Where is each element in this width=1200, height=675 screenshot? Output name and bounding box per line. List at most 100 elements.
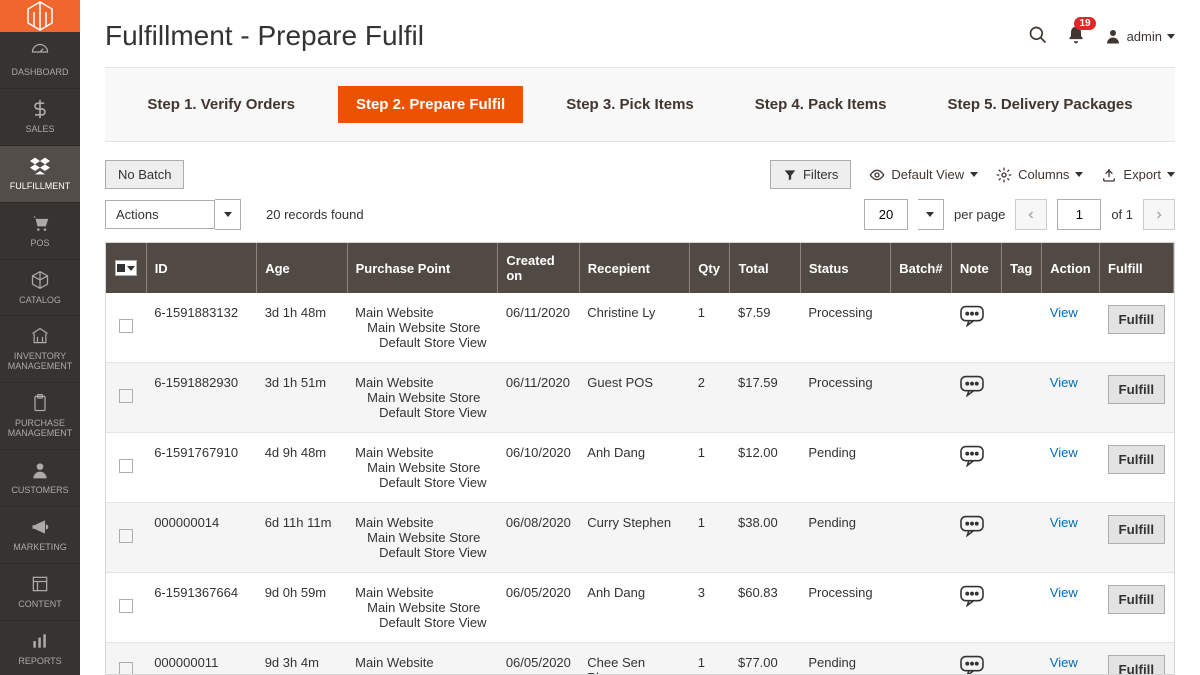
row-checkbox[interactable] — [119, 459, 133, 473]
note-icon[interactable] — [959, 315, 985, 330]
columns-control[interactable]: Columns — [996, 167, 1083, 183]
cell-note[interactable] — [951, 643, 1001, 675]
cell-note[interactable] — [951, 503, 1001, 573]
cell-tag — [1002, 503, 1042, 573]
cell-action: View — [1042, 573, 1100, 643]
column-header[interactable]: Note — [951, 243, 1001, 293]
step-tab[interactable]: Step 2. Prepare Fulfil — [338, 86, 523, 123]
cell-batch — [891, 573, 952, 643]
view-link[interactable]: View — [1050, 585, 1078, 600]
step-tab[interactable]: Step 1. Verify Orders — [129, 86, 313, 123]
cell-note[interactable] — [951, 433, 1001, 503]
step-tab[interactable]: Step 5. Delivery Packages — [929, 86, 1150, 123]
dollar-icon — [30, 99, 50, 121]
sidebar-item-content[interactable]: CONTENT — [0, 564, 80, 621]
cell-total: $17.59 — [730, 363, 800, 433]
dropbox-icon — [30, 156, 50, 178]
bars-icon — [30, 631, 50, 653]
sidebar-item-marketing[interactable]: MARKETING — [0, 507, 80, 564]
sidebar-item-catalog[interactable]: CATALOG — [0, 260, 80, 317]
cell-purchase-point: Main WebsiteMain Website StoreDefault St… — [347, 433, 498, 503]
user-menu[interactable]: admin — [1104, 27, 1175, 45]
sidebar-item-dashboard[interactable]: DASHBOARD — [0, 32, 80, 89]
column-header[interactable]: ID — [146, 243, 257, 293]
sidebar-item-customers[interactable]: CUSTOMERS — [0, 450, 80, 507]
institution-icon — [30, 326, 50, 348]
cell-note[interactable] — [951, 293, 1001, 363]
fulfill-button[interactable]: Fulfill — [1108, 515, 1166, 544]
note-icon[interactable] — [959, 525, 985, 540]
column-header[interactable]: Total — [730, 243, 800, 293]
cell-total: $7.59 — [730, 293, 800, 363]
page-input[interactable] — [1057, 199, 1101, 230]
step-tab[interactable]: Step 4. Pack Items — [737, 86, 905, 123]
filters-button[interactable]: Filters — [770, 160, 851, 189]
select-all-checkbox[interactable] — [115, 260, 137, 276]
cell-action: View — [1042, 433, 1100, 503]
funnel-icon — [783, 168, 797, 182]
fulfill-button[interactable]: Fulfill — [1108, 585, 1166, 614]
note-icon[interactable] — [959, 665, 985, 675]
cell-fulfill: Fulfill — [1100, 503, 1174, 573]
chevron-down-icon — [1167, 34, 1175, 39]
note-icon[interactable] — [959, 385, 985, 400]
notifications-icon[interactable]: 19 — [1066, 25, 1086, 48]
row-checkbox[interactable] — [119, 389, 133, 403]
cell-tag — [1002, 573, 1042, 643]
view-link[interactable]: View — [1050, 655, 1078, 670]
sidebar-item-inventory-management[interactable]: INVENTORY MANAGEMENT — [0, 316, 80, 383]
column-header[interactable]: Batch# — [891, 243, 952, 293]
cube-icon — [30, 270, 50, 292]
column-header[interactable]: Created on — [498, 243, 579, 293]
row-checkbox[interactable] — [119, 529, 133, 543]
sidebar-item-pos[interactable]: POS — [0, 203, 80, 260]
export-control[interactable]: Export — [1101, 167, 1175, 183]
next-page-button[interactable] — [1143, 199, 1175, 230]
cell-tag — [1002, 293, 1042, 363]
dashboard-icon — [30, 42, 50, 64]
table-row: 0000000146d 11h 11mMain WebsiteMain Webs… — [106, 503, 1174, 573]
note-icon[interactable] — [959, 595, 985, 610]
step-nav: Step 1. Verify Orders Step 2. Prepare Ful… — [105, 67, 1175, 142]
default-view-control[interactable]: Default View — [869, 167, 978, 183]
actions-dropdown[interactable]: Actions — [105, 199, 241, 230]
cell-note[interactable] — [951, 573, 1001, 643]
table-row: 6-15913676649d 0h 59mMain WebsiteMain We… — [106, 573, 1174, 643]
view-link[interactable]: View — [1050, 515, 1078, 530]
row-checkbox[interactable] — [119, 662, 133, 675]
column-header[interactable] — [106, 243, 146, 293]
no-batch-button[interactable]: No Batch — [105, 160, 184, 189]
fulfill-button[interactable]: Fulfill — [1108, 305, 1166, 334]
prev-page-button[interactable] — [1015, 199, 1047, 230]
row-checkbox[interactable] — [119, 319, 133, 333]
fulfill-button[interactable]: Fulfill — [1108, 655, 1166, 675]
column-header[interactable]: Recepient — [579, 243, 690, 293]
fulfill-button[interactable]: Fulfill — [1108, 445, 1166, 474]
chevron-down-icon — [215, 199, 241, 230]
sidebar-item-purchase-management[interactable]: PURCHASE MANAGEMENT — [0, 383, 80, 450]
fulfill-button[interactable]: Fulfill — [1108, 375, 1166, 404]
view-link[interactable]: View — [1050, 445, 1078, 460]
step-tab[interactable]: Step 3. Pick Items — [548, 86, 712, 123]
per-page-dropdown[interactable] — [918, 199, 944, 230]
column-header[interactable]: Age — [257, 243, 347, 293]
magento-logo[interactable] — [0, 0, 80, 32]
column-header[interactable]: Status — [800, 243, 890, 293]
column-header[interactable]: Action — [1042, 243, 1100, 293]
cell-note[interactable] — [951, 363, 1001, 433]
cell-status: Pending — [800, 503, 890, 573]
row-checkbox[interactable] — [119, 599, 133, 613]
column-header[interactable]: Purchase Point — [347, 243, 498, 293]
column-header[interactable]: Qty — [690, 243, 730, 293]
sidebar-item-reports[interactable]: REPORTS — [0, 621, 80, 675]
page-title: Fulfillment - Prepare Fulfil — [105, 20, 424, 52]
search-icon[interactable] — [1028, 25, 1048, 48]
column-header[interactable]: Fulfill — [1100, 243, 1174, 293]
view-link[interactable]: View — [1050, 305, 1078, 320]
view-link[interactable]: View — [1050, 375, 1078, 390]
column-header[interactable]: Tag — [1002, 243, 1042, 293]
sidebar-item-fulfillment[interactable]: FULFILLMENT — [0, 146, 80, 203]
note-icon[interactable] — [959, 455, 985, 470]
sidebar-item-sales[interactable]: SALES — [0, 89, 80, 146]
per-page-input[interactable] — [864, 199, 908, 230]
